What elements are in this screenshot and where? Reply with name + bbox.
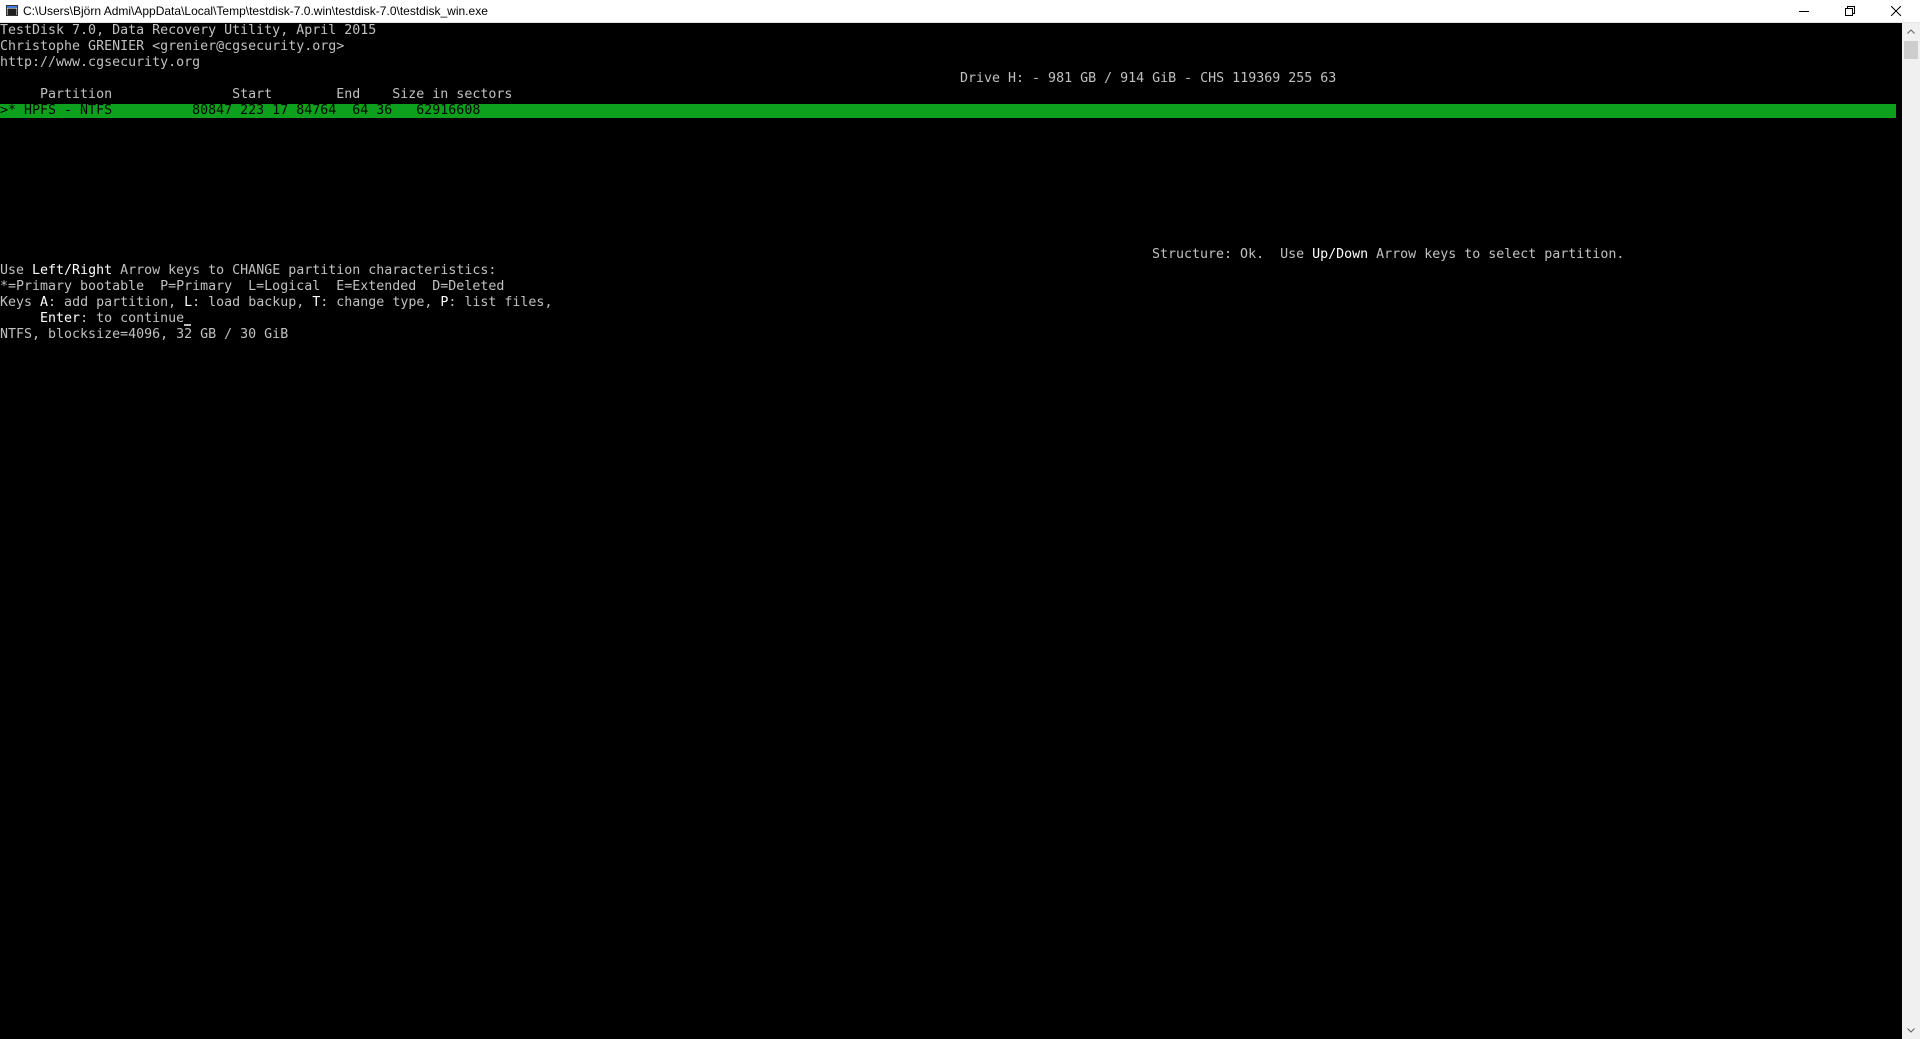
header-url: http://www.cgsecurity.org [0,55,201,70]
restore-button[interactable] [1827,0,1873,22]
help-key: A [40,295,49,310]
help-text: : list files, [448,295,553,310]
help-key: Left/Right [32,263,113,278]
structure-key: Up/Down [1312,247,1369,262]
structure-prefix: Structure: Ok. Use [1152,247,1313,262]
help-indent [0,311,40,326]
close-icon [1891,6,1901,16]
partition-info: NTFS, blocksize=4096, 32 GB / 30 GiB [0,327,289,342]
text-cursor [184,324,192,326]
structure-status: Structure: Ok. Use Up/Down Arrow keys to… [1152,247,1624,263]
help-line-1: Use Left/Right Arrow keys to CHANGE part… [0,263,496,279]
minimize-button[interactable] [1781,0,1827,22]
help-key: L [184,295,193,310]
chevron-up-icon [1907,29,1915,34]
help-text: Use [0,263,33,278]
minimize-icon [1799,11,1809,12]
console-output[interactable]: TestDisk 7.0, Data Recovery Utility, Apr… [0,23,1902,1039]
close-button[interactable] [1873,0,1919,22]
scrollbar-thumb[interactable] [1904,41,1918,59]
help-text: : to continue [80,311,185,326]
restore-icon [1845,6,1855,16]
header-author: Christophe GRENIER <grenier@cgsecurity.o… [0,39,345,54]
window-title: C:\Users\Björn Admi\AppData\Local\Temp\t… [23,4,488,18]
help-text: : add partition, [48,295,185,310]
help-line-2: *=Primary bootable P=Primary L=Logical E… [0,279,505,294]
help-text: Keys [0,295,41,310]
help-text: Arrow keys to CHANGE partition character… [112,263,497,278]
vertical-scrollbar[interactable] [1902,23,1920,1039]
help-line-3: Keys A: add partition, L: load backup, T… [0,295,552,311]
scroll-down-button[interactable] [1902,1022,1920,1039]
partition-row-text: >* HPFS - NTFS 80847 223 17 84764 64 36 … [0,103,481,118]
header-title: TestDisk 7.0, Data Recovery Utility, Apr… [0,23,377,38]
help-text: : load backup, [192,295,313,310]
chevron-down-icon [1907,1028,1915,1033]
partition-row-selected[interactable]: >* HPFS - NTFS 80847 223 17 84764 64 36 … [0,103,1896,118]
console-app-icon [6,5,18,16]
help-line-4: Enter: to continue [0,311,192,327]
scroll-up-button[interactable] [1902,23,1920,40]
help-text: : change type, [320,295,441,310]
partition-table-header: Partition Start End Size in sectors [0,87,513,102]
drive-info: Drive H: - 981 GB / 914 GiB - CHS 119369… [960,71,1337,86]
structure-suffix: Arrow keys to select partition. [1368,247,1625,262]
title-bar[interactable]: C:\Users\Björn Admi\AppData\Local\Temp\t… [0,0,1920,23]
help-key: Enter [40,311,81,326]
